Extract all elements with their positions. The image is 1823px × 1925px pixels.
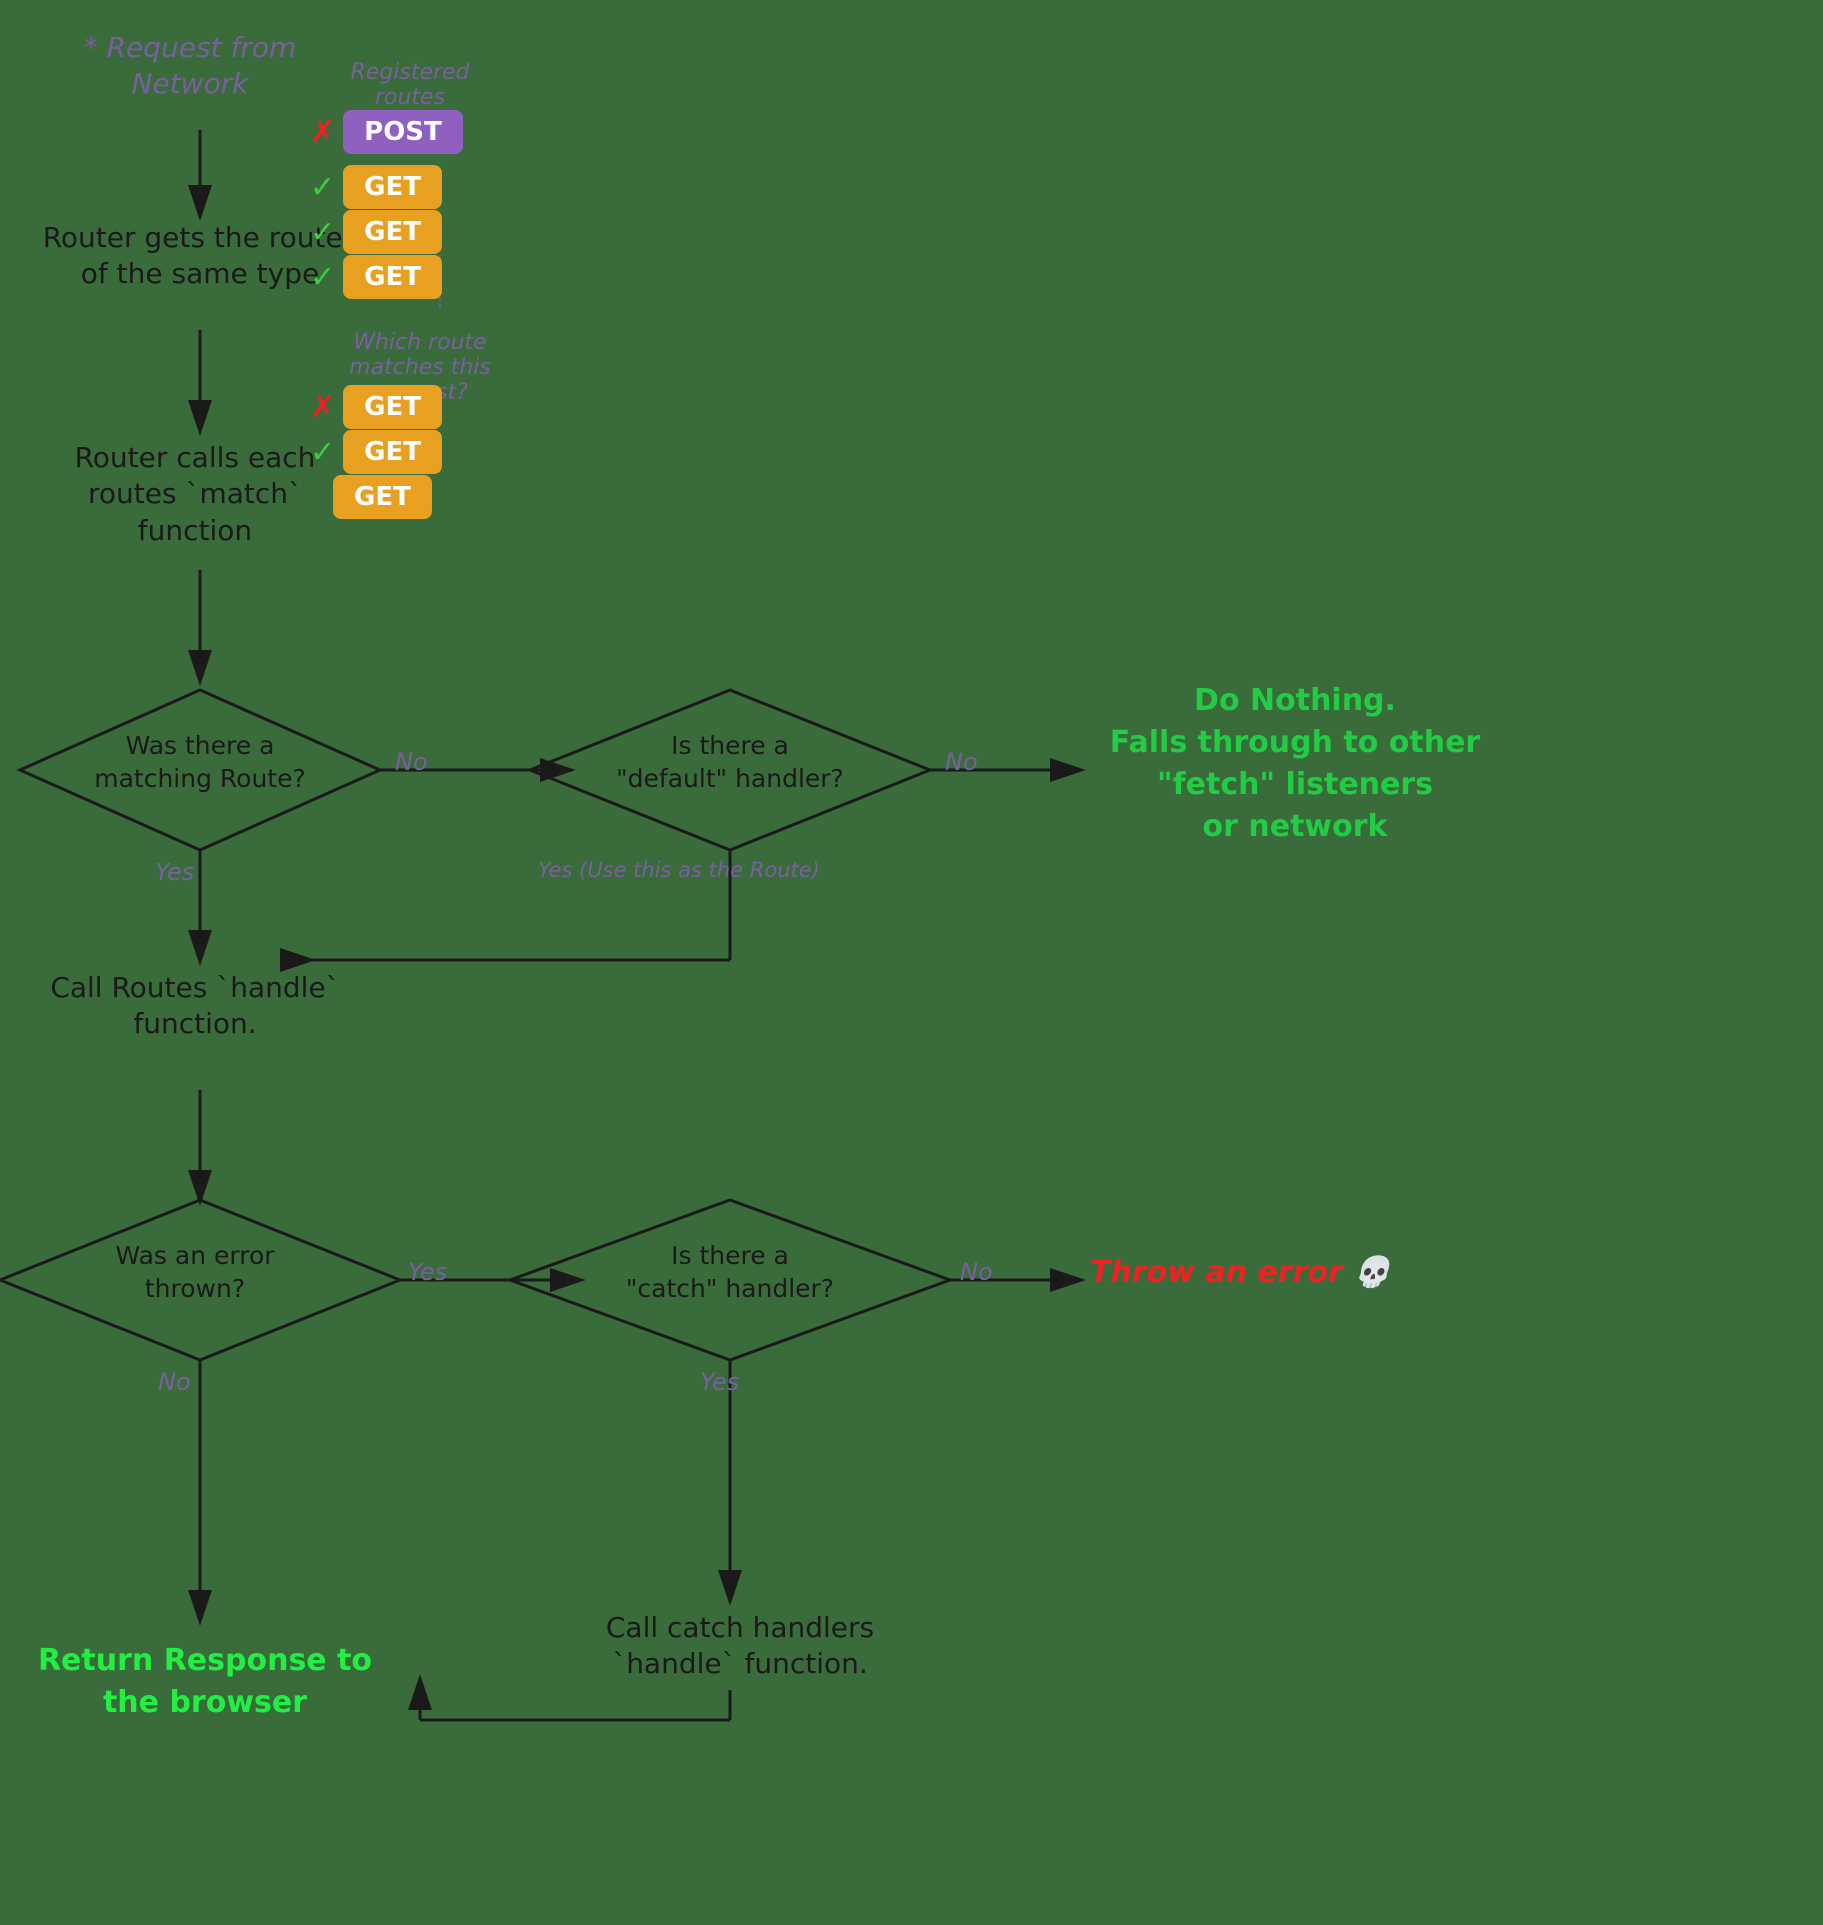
match-get-badge-row-1: ✗ GET <box>310 385 442 429</box>
no-label-diamond2: No <box>945 748 978 776</box>
check-icon-3: ✓ <box>310 260 335 295</box>
yes-label-diamond3: Yes <box>408 1258 447 1286</box>
get-badge-1: GET <box>343 165 442 209</box>
is-default-handler-label: Is there a"default" handler? <box>570 730 890 795</box>
check-icon-1: ✓ <box>310 170 335 205</box>
get-badge-row-3: ✓ GET <box>310 255 442 299</box>
cross-icon-match: ✗ <box>310 390 335 425</box>
is-catch-handler-label: Is there a"catch" handler? <box>560 1240 900 1305</box>
get-badge-row-2: ✓ GET <box>310 210 442 254</box>
get-badge-3: GET <box>343 255 442 299</box>
no-label-diamond4: No <box>960 1258 993 1286</box>
was-error-thrown-label: Was an errorthrown? <box>40 1240 350 1305</box>
call-routes-handle-label: Call Routes `handle`function. <box>40 970 350 1043</box>
call-catch-handler-label: Call catch handlers`handle` function. <box>570 1610 910 1683</box>
post-badge: POST <box>343 110 463 154</box>
yes-label-diamond4: Yes <box>700 1368 739 1396</box>
do-nothing-label: Do Nothing.Falls through to other"fetch"… <box>1095 680 1495 848</box>
yes-label-diamond1: Yes <box>155 858 194 886</box>
no-label-diamond3: No <box>158 1368 191 1396</box>
yes-use-route-label: Yes (Use this as the Route) <box>538 858 820 882</box>
registered-routes-label: Registeredroutes <box>330 60 490 110</box>
request-from-network-label: * Request from Network <box>50 30 330 103</box>
post-badge-row: ✗ POST <box>310 110 463 154</box>
return-response-label: Return Response tothe browser <box>30 1640 380 1724</box>
router-calls-match-label: Router calls eachroutes `match`function <box>40 440 350 549</box>
match-get-badge-2: GET <box>343 430 442 474</box>
no-label-diamond1: No <box>395 748 428 776</box>
check-icon-2: ✓ <box>310 215 335 250</box>
throw-error-label: Throw an error 💀 <box>1090 1255 1391 1290</box>
match-get-badge-1: GET <box>343 385 442 429</box>
get-badge-2: GET <box>343 210 442 254</box>
was-matching-route-label: Was there amatching Route? <box>60 730 340 795</box>
get-badge-row-1: ✓ GET <box>310 165 442 209</box>
flowchart-container: * Request from Network Router gets the r… <box>0 0 1823 1925</box>
cross-icon-post: ✗ <box>310 115 335 150</box>
